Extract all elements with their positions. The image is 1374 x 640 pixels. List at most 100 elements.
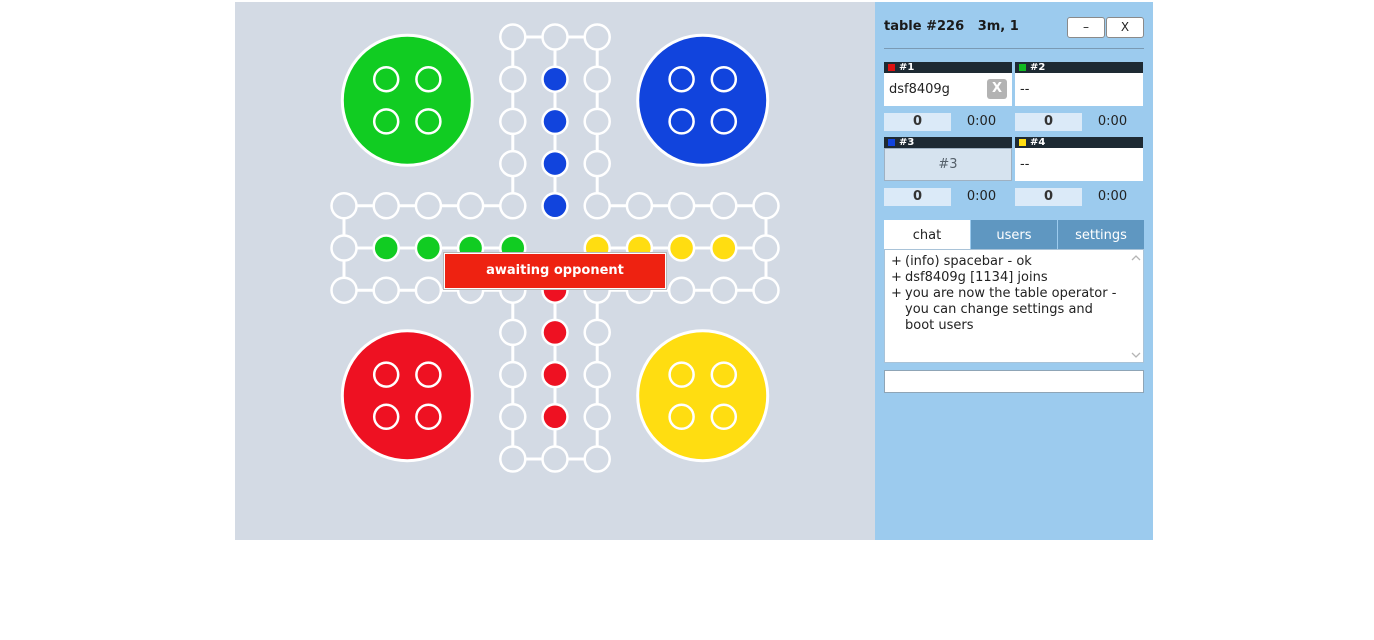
track-cell xyxy=(499,192,527,220)
chat-message: (info) spacebar - ok xyxy=(891,254,1123,270)
home-lane-cell xyxy=(372,234,400,262)
seat-timer: 0:00 xyxy=(1097,189,1128,204)
track-cell xyxy=(499,445,527,473)
home-lane-cell xyxy=(541,403,569,431)
seat-2: #2 -- xyxy=(1015,62,1143,106)
chat-message: you are now the table operator - you can… xyxy=(891,286,1123,334)
track-cell xyxy=(710,276,738,304)
track-cell xyxy=(583,445,611,473)
seat-player: -- xyxy=(1015,148,1143,181)
home-lane-cell xyxy=(541,65,569,93)
home-lane-cell xyxy=(541,318,569,347)
seat-1: #1 dsf8409g X xyxy=(884,62,1012,106)
seat-header: #2 xyxy=(1015,62,1143,73)
panel-tabs: chat users settings xyxy=(884,220,1144,249)
track-cell xyxy=(583,23,611,51)
chat-input[interactable] xyxy=(884,370,1144,393)
home-lane-cell xyxy=(667,234,696,262)
side-panel: table #226 3m, 1 – X #1 dsf8409g X 0 0:0… xyxy=(875,2,1153,540)
sit-button-label: #3 xyxy=(938,157,958,172)
track-cell xyxy=(499,149,527,178)
game-window: awaiting opponent table #226 3m, 1 – X #… xyxy=(235,2,1153,540)
track-cell xyxy=(710,192,738,220)
tab-users[interactable]: users xyxy=(971,220,1057,249)
seat-number: #2 xyxy=(1030,62,1046,73)
sit-button[interactable]: #3 xyxy=(884,148,1012,181)
home-lane-cell xyxy=(710,234,738,262)
track-cell xyxy=(583,65,611,93)
track-cell xyxy=(414,192,443,220)
track-cell xyxy=(372,276,400,304)
seat-number: #1 xyxy=(899,62,915,73)
home-lane-cell xyxy=(541,149,569,178)
tab-settings[interactable]: settings xyxy=(1058,220,1144,249)
status-banner: awaiting opponent xyxy=(444,253,666,289)
seat-2-stats: 0 0:00 xyxy=(1015,113,1143,131)
track-cell xyxy=(499,23,527,51)
seat-score: 0 xyxy=(884,188,951,206)
track-cell xyxy=(541,23,569,51)
track-cell xyxy=(330,192,358,220)
seat-4-stats: 0 0:00 xyxy=(1015,188,1143,206)
close-button[interactable]: X xyxy=(1106,17,1144,38)
track-cell xyxy=(541,445,569,473)
seat-timer: 0:00 xyxy=(1097,114,1128,129)
track-cell xyxy=(456,192,485,220)
home-lane-cell xyxy=(541,107,569,136)
track-cell xyxy=(583,107,611,136)
seat-timer: 0:00 xyxy=(966,189,997,204)
seat-color-swatch xyxy=(1019,64,1026,71)
seat-number: #4 xyxy=(1030,137,1046,148)
track-cell xyxy=(667,192,696,220)
track-cell xyxy=(372,192,400,220)
track-cell xyxy=(330,234,358,262)
track-cell xyxy=(583,149,611,178)
minimize-button[interactable]: – xyxy=(1067,17,1105,38)
seat-score: 0 xyxy=(1015,188,1082,206)
track-cell xyxy=(499,65,527,93)
track-cell xyxy=(667,276,696,304)
table-title: table #226 3m, 1 xyxy=(884,19,1019,34)
seat-score: 0 xyxy=(884,113,951,131)
blue-home xyxy=(636,33,770,167)
track-cell xyxy=(583,192,611,220)
seat-header: #3 xyxy=(884,137,1012,148)
tab-chat[interactable]: chat xyxy=(884,220,970,249)
seat-3-stats: 0 0:00 xyxy=(884,188,1012,206)
player-name: dsf8409g xyxy=(889,82,950,97)
track-cell xyxy=(499,403,527,431)
seat-4: #4 -- xyxy=(1015,137,1143,181)
seat-3: #3 #3 xyxy=(884,137,1012,181)
home-lane-cell xyxy=(414,234,443,262)
seat-header: #1 xyxy=(884,62,1012,73)
seat-score: 0 xyxy=(1015,113,1082,131)
track-cell xyxy=(499,360,527,389)
track-cell xyxy=(330,276,358,304)
chevron-up-icon[interactable] xyxy=(1131,254,1141,262)
track-cell xyxy=(583,360,611,389)
seat-1-stats: 0 0:00 xyxy=(884,113,1012,131)
seat-color-swatch xyxy=(1019,139,1026,146)
seat-timer: 0:00 xyxy=(966,114,997,129)
chevron-down-icon[interactable] xyxy=(1131,351,1141,359)
track-cell xyxy=(752,234,780,262)
player-name: -- xyxy=(1020,82,1030,97)
track-cell xyxy=(499,107,527,136)
chat-log[interactable]: (info) spacebar - ok dsf8409g [1134] joi… xyxy=(884,249,1144,363)
seat-player: dsf8409g X xyxy=(884,73,1012,106)
home-lane-cell xyxy=(541,360,569,389)
seat-number: #3 xyxy=(899,137,915,148)
track-cell xyxy=(752,192,780,220)
yellow-home xyxy=(636,329,770,463)
seat-player: -- xyxy=(1015,73,1143,106)
track-cell xyxy=(583,403,611,431)
seat-color-swatch xyxy=(888,139,895,146)
home-lane-cell xyxy=(541,192,569,220)
seat-color-swatch xyxy=(888,64,895,71)
divider xyxy=(884,48,1144,49)
red-home xyxy=(340,329,474,463)
boot-player-button[interactable]: X xyxy=(987,79,1007,99)
game-board[interactable]: awaiting opponent xyxy=(235,2,875,540)
track-cell xyxy=(499,318,527,347)
green-home xyxy=(340,33,474,167)
